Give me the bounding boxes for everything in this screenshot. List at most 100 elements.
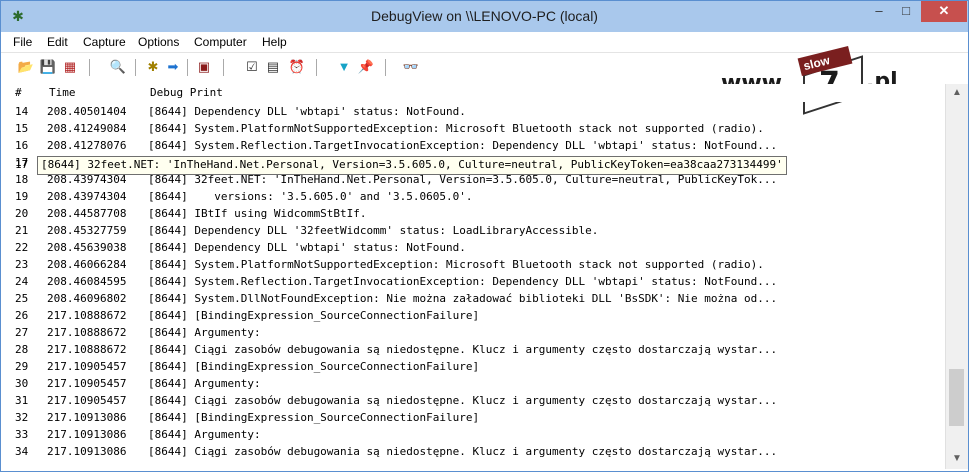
toolbar-separator xyxy=(187,59,188,76)
table-row[interactable]: 24 208.46084595 [8644] System.Reflection.T… xyxy=(1,273,945,290)
row-time: 208.41278076 xyxy=(47,139,127,152)
clear-icon[interactable]: ▦ xyxy=(61,58,79,76)
toolbar-separator xyxy=(385,59,386,76)
table-row[interactable]: 32 217.10913086 [8644] [BindingExpression_… xyxy=(1,409,945,426)
row-number: 28 xyxy=(15,343,29,356)
debugview-window: ✱ DebugView on \\LENOVO-PC (local) – □ ✕… xyxy=(0,0,969,472)
row-time: 217.10913086 xyxy=(47,428,127,441)
row-time: 208.44587708 xyxy=(47,207,127,220)
row-message: [8644] Dependency DLL 'wbtapi' status: N… xyxy=(148,241,466,254)
vertical-scrollbar[interactable]: ▲ ▼ xyxy=(945,84,968,469)
close-button[interactable]: ✕ xyxy=(921,1,967,22)
save-icon[interactable]: 💾 xyxy=(39,58,57,76)
row-message: [8644] Argumenty: xyxy=(148,377,261,390)
column-debug-print[interactable]: Debug Print xyxy=(150,86,223,99)
autoscroll-icon[interactable]: ➡ xyxy=(164,58,182,76)
table-row[interactable]: 25 208.46096802 [8644] System.DllNotFoundE… xyxy=(1,290,945,307)
maximize-button[interactable]: □ xyxy=(893,1,919,22)
row-number: 33 xyxy=(15,428,29,441)
column-header: # Time Debug Print xyxy=(1,84,968,102)
row-message: [8644] versions: '3.5.605.0' and '3.5.06… xyxy=(148,190,473,203)
row-message: [8644] System.PlatformNotSupportedExcept… xyxy=(148,122,764,135)
row-number: 15 xyxy=(15,122,29,135)
row-message: [8644] Ciągi zasobów debugowania są nied… xyxy=(148,445,778,458)
clock-icon[interactable]: ⏰ xyxy=(288,58,306,76)
row-number: 27 xyxy=(15,326,29,339)
table-row[interactable]: 28 217.10888672 [8644] Ciągi zasobów debug… xyxy=(1,341,945,358)
table-row[interactable]: 26 217.10888672 [8644] [BindingExpression_… xyxy=(1,307,945,324)
row-number: 32 xyxy=(15,411,29,424)
row-message: [8644] Dependency DLL '32feetWidcomm' st… xyxy=(148,224,599,237)
capture-icon[interactable]: ✱ xyxy=(144,58,162,76)
table-row[interactable]: 15 208.41249084 [8644] System.PlatformNotS… xyxy=(1,120,945,137)
table-row[interactable]: 14 208.40501404 [8644] Dependency DLL 'wbt… xyxy=(1,103,945,120)
menu-edit[interactable]: Edit xyxy=(47,35,68,49)
toolbar-separator xyxy=(135,59,136,76)
table-row[interactable]: 22 208.45639038 [8644] Dependency DLL 'wbt… xyxy=(1,239,945,256)
row-number: 23 xyxy=(15,258,29,271)
find-icon[interactable]: 🔍 xyxy=(109,58,127,76)
row-time: 208.46096802 xyxy=(47,292,127,305)
menu-computer[interactable]: Computer xyxy=(194,35,247,49)
menu-capture[interactable]: Capture xyxy=(83,35,126,49)
row-time: 208.46066284 xyxy=(47,258,127,271)
row-time: 208.43974304 xyxy=(47,190,127,203)
table-row[interactable]: 29 217.10905457 [8644] [BindingExpression_… xyxy=(1,358,945,375)
row-message: [8644] System.PlatformNotSupportedExcept… xyxy=(148,258,764,271)
table-row[interactable]: 19 208.43974304 [8644] versions: '3.5.605.… xyxy=(1,188,945,205)
minimize-button[interactable]: – xyxy=(866,1,892,22)
column-num[interactable]: # xyxy=(15,86,22,99)
table-row[interactable]: 16 208.41278076 [8644] System.Reflection.T… xyxy=(1,137,945,154)
menu-options[interactable]: Options xyxy=(138,35,179,49)
row-message: [8644] [BindingExpression_SourceConnecti… xyxy=(148,360,480,373)
scroll-up-arrow[interactable]: ▲ xyxy=(946,84,968,102)
table-row[interactable]: 34 217.10913086 [8644] Ciągi zasobów debug… xyxy=(1,443,945,460)
column-time[interactable]: Time xyxy=(49,86,76,99)
row-number: 20 xyxy=(15,207,29,220)
row-number: 31 xyxy=(15,394,29,407)
row-message: [8644] System.Reflection.TargetInvocatio… xyxy=(148,139,778,152)
row-message: [8644] System.DllNotFoundException: Nie … xyxy=(148,292,778,305)
row-message: [8644] Dependency DLL 'wbtapi' status: N… xyxy=(148,105,466,118)
row-time: 217.10913086 xyxy=(47,445,127,458)
open-icon[interactable]: 📂 xyxy=(17,58,35,76)
menu-bar: File Edit Capture Options Computer Help xyxy=(1,32,968,52)
table-row[interactable]: 33 217.10913086 [8644] Argumenty: xyxy=(1,426,945,443)
highlight-icon[interactable]: ▣ xyxy=(195,58,213,76)
binoculars-icon[interactable]: 👓 xyxy=(402,58,420,76)
scroll-down-arrow[interactable]: ▼ xyxy=(946,450,968,468)
table-row[interactable]: 30 217.10905457 [8644] Argumenty: xyxy=(1,375,945,392)
row-message: [8644] System.Reflection.TargetInvocatio… xyxy=(148,275,778,288)
funnel-icon[interactable]: ▼ xyxy=(335,58,353,76)
row-message: [8644] [BindingExpression_SourceConnecti… xyxy=(148,309,480,322)
row-tooltip: [8644] 32feet.NET: 'InTheHand.Net.Person… xyxy=(37,156,787,175)
row-message: [8644] Argumenty: xyxy=(148,326,261,339)
pin-icon[interactable]: 📌 xyxy=(357,58,375,76)
table-row[interactable]: 27 217.10888672 [8644] Argumenty: xyxy=(1,324,945,341)
filter-icon[interactable]: ☑ xyxy=(243,58,261,76)
row-number: 14 xyxy=(15,105,29,118)
row-message: [8644] [BindingExpression_SourceConnecti… xyxy=(148,411,480,424)
row-time: 208.41249084 xyxy=(47,122,127,135)
menu-help[interactable]: Help xyxy=(262,35,287,49)
row-time: 217.10905457 xyxy=(47,360,127,373)
row-time: 208.45327759 xyxy=(47,224,127,237)
table-row[interactable]: 23 208.46066284 [8644] System.PlatformNotS… xyxy=(1,256,945,273)
scroll-thumb[interactable] xyxy=(949,369,964,426)
row-number: 25 xyxy=(15,292,29,305)
row-message: [8644] Ciągi zasobów debugowania są nied… xyxy=(148,343,778,356)
row-time: 208.40501404 xyxy=(47,105,127,118)
history-icon[interactable]: ▤ xyxy=(264,58,282,76)
table-row[interactable]: 31 217.10905457 [8644] Ciągi zasobów debug… xyxy=(1,392,945,409)
row-number: 34 xyxy=(15,445,29,458)
toolbar-separator xyxy=(89,59,90,76)
table-row[interactable]: 21 208.45327759 [8644] Dependency DLL '32f… xyxy=(1,222,945,239)
window-title: DebugView on \\LENOVO-PC (local) xyxy=(371,8,598,24)
row-number: 22 xyxy=(15,241,29,254)
row-time: 208.45639038 xyxy=(47,241,127,254)
table-row[interactable]: 20 208.44587708 [8644] IBtIf using Widcomm… xyxy=(1,205,945,222)
row-time: 217.10913086 xyxy=(47,411,127,424)
menu-file[interactable]: File xyxy=(13,35,32,49)
title-bar[interactable]: ✱ DebugView on \\LENOVO-PC (local) – □ ✕ xyxy=(1,1,968,32)
row-time: 217.10905457 xyxy=(47,377,127,390)
